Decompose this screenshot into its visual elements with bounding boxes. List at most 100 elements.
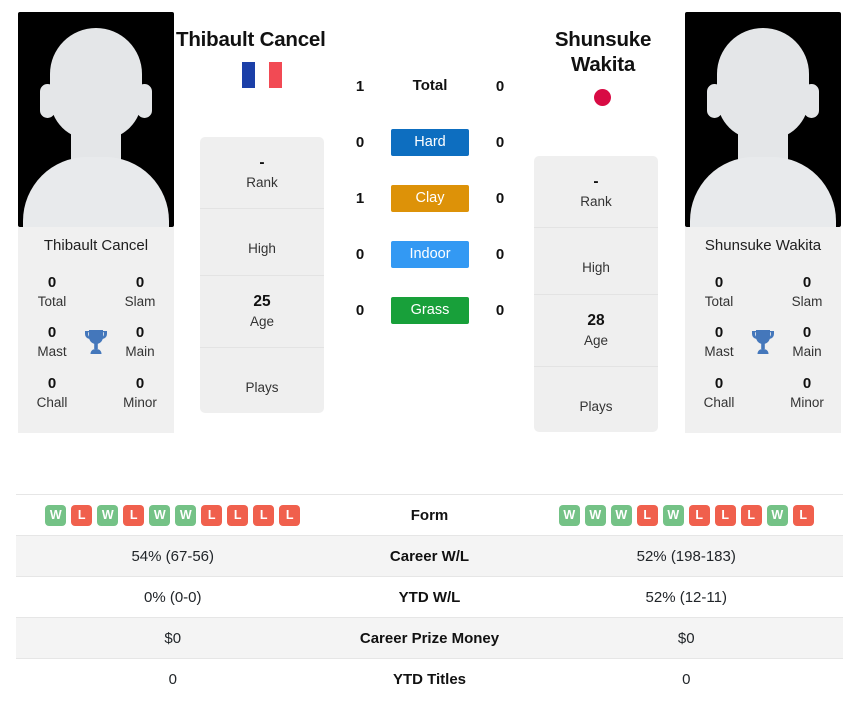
right-info-plays: Plays [534,367,658,432]
surface-badge-grass[interactable]: Grass [391,296,469,324]
left-value: 0 [168,670,177,688]
h2h-label-total: Total [412,77,448,94]
row-label: Career W/L [389,547,470,565]
label: Age [249,313,275,329]
value: 0 [802,324,812,342]
row-label: Career Prize Money [359,629,500,647]
value: 0 [135,324,145,342]
label: High [248,241,276,257]
form-badge-l: L [201,504,223,526]
right-title-minor: 0 Minor [783,368,831,417]
h2h-row-indoor: 0 Indoor 0 [340,226,520,282]
left-value: 54% (67-56) [131,547,215,565]
form-badge-w: W [97,504,119,526]
left-title-mast: 0 Mast [28,317,76,366]
trophy-icon [743,328,783,356]
form-badge-l: L [253,504,275,526]
h2h-row-total: 1 Total 0 [340,58,520,114]
label: Total [37,293,67,309]
form-badge-w: W [584,504,606,526]
table-row-career-prize-money: $0 Career Prize Money $0 [16,617,843,658]
right-value: 52% (198-183) [636,547,736,565]
left-player-photo [18,12,174,227]
right-value: $0 [677,629,695,647]
surface-badge-indoor[interactable]: Indoor [391,240,469,268]
form-badge-l: L [740,504,762,526]
right-info-age: 28 Age [534,295,658,368]
row-label: YTD W/L [398,588,461,606]
trophy-icon [76,328,116,356]
right-titles-card: 0 Total 0 Slam 0 Mast 0 Main 0 Chall 0 M… [685,262,841,433]
table-row-career-wl: 54% (67-56) Career W/L 52% (198-183) [16,535,843,576]
left-score: 0 [355,301,365,319]
form-badge-l: L [792,504,814,526]
label: Slam [124,293,156,309]
table-row-ytd-titles: 0 YTD Titles 0 [16,658,843,699]
avatar-body-icon [690,157,836,227]
label: Rank [246,175,278,191]
france-flag-icon [242,62,282,88]
row-label: Form [410,506,449,524]
value: 0 [47,324,57,342]
avatar-ear-right-icon [137,84,152,118]
left-score: 1 [355,77,365,95]
left-value: 0% (0-0) [143,588,202,606]
right-score: 0 [495,77,505,95]
right-title-mast: 0 Mast [695,317,743,366]
label: High [582,260,610,276]
surface-badge-hard[interactable]: Hard [391,128,469,156]
form-badge-l: L [123,504,145,526]
label: Main [125,344,155,360]
label: Mast [704,344,734,360]
value: 0 [802,375,812,393]
left-title-minor: 0 Minor [116,368,164,417]
japan-flag-icon [582,84,622,110]
value: 0 [47,273,57,291]
right-info-rank: - Rank [534,156,658,229]
left-title-total: 0 Total [28,267,76,316]
avatar-ear-right-icon [804,84,819,118]
value: 28 [587,311,605,329]
label: Chall [703,394,735,410]
right-info-high: High [534,228,658,295]
left-player-name[interactable]: Thibault Cancel [176,27,356,52]
label: Plays [579,399,613,415]
table-row-ytd-wl: 0% (0-0) YTD W/L 52% (12-11) [16,576,843,617]
value: 0 [714,375,724,393]
right-player-name[interactable]: Shunsuke Wakita [528,27,678,77]
right-value: 52% (12-11) [645,588,727,606]
left-info-age: 25 Age [200,276,324,349]
label: Minor [790,394,824,410]
right-player-card: Shunsuke Wakita 0 Total 0 Slam 0 Mast 0 … [685,12,841,433]
label: Slam [791,293,823,309]
form-badge-w: W [45,504,67,526]
label: Total [704,293,734,309]
left-value: $0 [164,629,182,647]
left-title-chall: 0 Chall [28,368,76,417]
label: Chall [36,394,68,410]
value [204,364,320,378]
head-to-head-panel: 1 Total 0 0 Hard 0 1 Clay 0 0 Indoor 0 0 [340,58,520,338]
label: Age [583,332,609,348]
value: 25 [253,292,271,310]
form-badge-l: L [71,504,93,526]
surface-badge-clay[interactable]: Clay [391,184,469,212]
left-title-main: 0 Main [116,317,164,366]
stats-table: WLWLWWLLLL Form WWWLWLLLWL 54% (67-56) C… [16,494,843,699]
value: 0 [47,375,57,393]
h2h-row-clay: 1 Clay 0 [340,170,520,226]
left-titles-card: 0 Total 0 Slam 0 Mast 0 Main 0 Chall 0 M… [18,262,174,433]
right-player-photo [685,12,841,227]
left-info-card: - Rank High 25 Age Plays [200,137,324,414]
comparison-header: Thibault Cancel 0 Total 0 Slam 0 Mast 0 … [0,0,859,490]
avatar-ear-left-icon [707,84,722,118]
right-photo-caption: Shunsuke Wakita [685,227,841,263]
table-row-form: WLWLWWLLLL Form WWWLWLLLWL [16,494,843,535]
label: Main [792,344,822,360]
label: Plays [245,380,279,396]
left-form-badges: WLWLWWLLLL [16,504,330,526]
form-badge-l: L [636,504,658,526]
left-player-card: Thibault Cancel 0 Total 0 Slam 0 Mast 0 … [18,12,174,433]
value: 0 [802,273,812,291]
right-score: 0 [495,189,505,207]
